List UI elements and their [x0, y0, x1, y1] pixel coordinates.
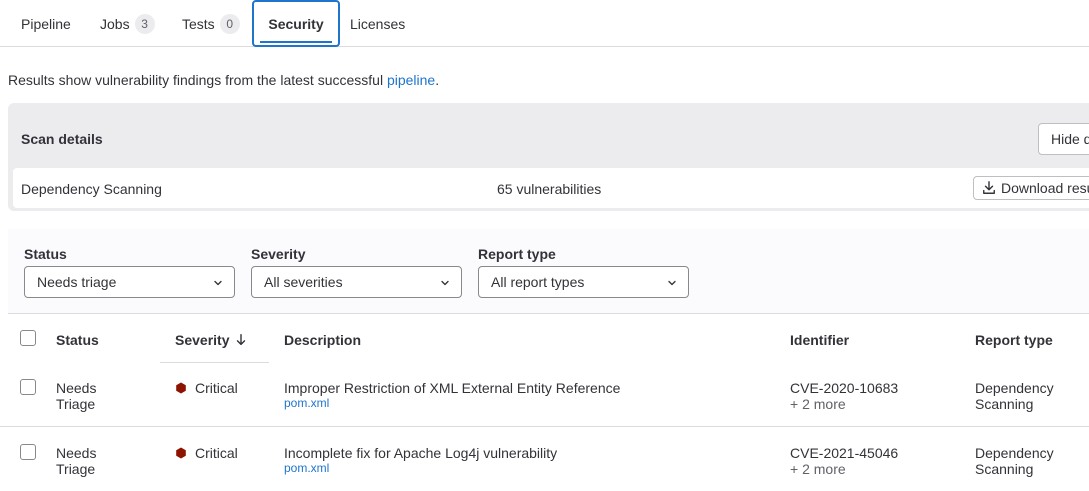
- severity-filter: Severity All severities: [251, 246, 462, 298]
- scan-row: Dependency Scanning 65 vulnerabilities D…: [13, 168, 1089, 208]
- chevron-down-icon: [441, 280, 449, 286]
- chevron-down-icon: [668, 280, 676, 286]
- severity-select[interactable]: All severities: [251, 266, 462, 298]
- download-results-button[interactable]: Download results: [973, 176, 1089, 200]
- tab-licenses-label: Licenses: [350, 15, 406, 32]
- file-link[interactable]: pom.xml: [284, 396, 620, 411]
- filters-bar: Status Needs triage Severity All severit…: [8, 229, 1089, 314]
- tab-security[interactable]: Security: [252, 0, 340, 47]
- jobs-count-badge: 3: [134, 13, 155, 34]
- severity-critical-icon: [176, 447, 186, 459]
- intro-text: Results show vulnerability findings from…: [8, 72, 387, 88]
- status-filter-label: Status: [24, 246, 67, 262]
- more-identifiers: + 2 more: [790, 396, 846, 412]
- table-header: Status Severity Description Identifier R…: [0, 315, 1089, 363]
- select-all-checkbox[interactable]: [20, 330, 36, 346]
- arrow-down-icon: [237, 334, 246, 346]
- status-select[interactable]: Needs triage: [24, 266, 235, 298]
- row-status: Needs Triage: [56, 380, 96, 412]
- download-results-label: Download results: [1001, 180, 1089, 196]
- status-line1: Needs: [56, 445, 97, 461]
- tab-tests-label: Tests: [182, 15, 215, 32]
- report-type-select[interactable]: All report types: [478, 266, 689, 298]
- severity-select-value: All severities: [264, 274, 343, 290]
- intro-end: .: [435, 72, 440, 88]
- report-type-filter: Report type All report types: [478, 246, 689, 298]
- report-line2: Scanning: [975, 461, 1034, 477]
- identifier-value: CVE-2021-45046: [790, 445, 899, 461]
- severity-label: Critical: [195, 445, 238, 461]
- pipeline-link[interactable]: pipeline: [387, 72, 435, 88]
- table-row[interactable]: Needs Triage Critical Incomplete fix for…: [0, 428, 1089, 491]
- vulnerability-link[interactable]: Incomplete fix for Apache Log4j vulnerab…: [284, 445, 557, 461]
- tab-licenses[interactable]: Licenses: [350, 0, 405, 47]
- severity-label: Critical: [195, 380, 238, 396]
- chevron-down-icon: [214, 280, 222, 286]
- severity-critical-icon: [176, 382, 186, 394]
- hide-details-button[interactable]: Hide details: [1038, 123, 1089, 155]
- row-description: Incomplete fix for Apache Log4j vulnerab…: [284, 445, 557, 476]
- tab-pipeline-label: Pipeline: [21, 15, 71, 32]
- tab-jobs[interactable]: Jobs 3: [100, 0, 155, 47]
- severity-filter-label: Severity: [251, 246, 306, 262]
- tab-jobs-label: Jobs: [100, 15, 130, 32]
- status-line2: Triage: [56, 396, 96, 412]
- scan-type: Dependency Scanning: [21, 181, 162, 197]
- tests-count-badge: 0: [219, 13, 240, 34]
- pipeline-tabs: Pipeline Jobs 3 Tests 0 Security Licenses: [0, 0, 1089, 47]
- tab-security-label: Security: [268, 15, 324, 32]
- download-icon: [983, 181, 995, 194]
- row-identifier: CVE-2020-10683 + 2 more: [790, 380, 898, 412]
- header-description: Description: [284, 332, 362, 348]
- status-line2: Triage: [56, 461, 96, 477]
- tab-pipeline[interactable]: Pipeline: [21, 0, 71, 47]
- header-severity[interactable]: Severity: [175, 332, 248, 348]
- row-checkbox[interactable]: [20, 444, 36, 460]
- identifier-value: CVE-2020-10683: [790, 380, 899, 396]
- status-select-value: Needs triage: [37, 274, 117, 290]
- file-link[interactable]: pom.xml: [284, 461, 557, 476]
- row-description: Improper Restriction of XML External Ent…: [284, 380, 620, 411]
- row-status: Needs Triage: [56, 445, 96, 477]
- report-type-filter-label: Report type: [478, 246, 556, 262]
- header-report-type: Report type: [975, 332, 1053, 348]
- report-line1: Dependency: [975, 380, 1054, 396]
- row-checkbox[interactable]: [20, 379, 36, 395]
- report-line2: Scanning: [975, 396, 1034, 412]
- vulnerability-count: 65 vulnerabilities: [497, 181, 602, 197]
- row-severity: Critical: [175, 445, 238, 461]
- scan-details-title: Scan details: [21, 131, 103, 147]
- header-identifier: Identifier: [790, 332, 850, 348]
- vulnerability-link[interactable]: Improper Restriction of XML External Ent…: [284, 380, 620, 396]
- status-line1: Needs: [56, 380, 97, 396]
- report-line1: Dependency: [975, 445, 1054, 461]
- report-type-select-value: All report types: [491, 274, 585, 290]
- table-row[interactable]: Needs Triage Critical Improper Restricti…: [0, 363, 1089, 427]
- header-status: Status: [56, 332, 99, 348]
- row-report-type: Dependency Scanning: [975, 445, 1054, 477]
- row-identifier: CVE-2021-45046 + 2 more: [790, 445, 898, 477]
- scan-details-panel: Scan details Hide details Dependency Sca…: [8, 103, 1089, 211]
- row-severity: Critical: [175, 380, 238, 396]
- header-severity-label: Severity: [175, 332, 230, 348]
- status-filter: Status Needs triage: [24, 246, 235, 298]
- row-report-type: Dependency Scanning: [975, 380, 1054, 412]
- results-intro: Results show vulnerability findings from…: [8, 72, 439, 88]
- more-identifiers: + 2 more: [790, 461, 846, 477]
- tab-tests[interactable]: Tests 0: [182, 0, 240, 47]
